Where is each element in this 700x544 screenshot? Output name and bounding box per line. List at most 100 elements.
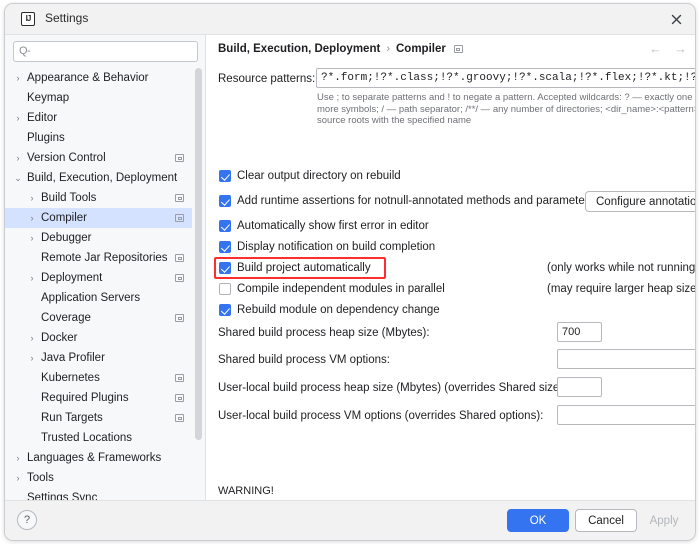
chevron-right-icon[interactable]: › [27, 213, 37, 223]
title-bar: IJ Settings [5, 4, 695, 35]
resource-patterns-label: Resource patterns: [218, 73, 316, 85]
sidebar-item-editor[interactable]: › Editor [5, 108, 192, 128]
resource-patterns-hint-line-3: source roots with the specified name [317, 115, 472, 126]
sidebar-item-deployment[interactable]: › Deployment [5, 268, 192, 288]
chevron-right-icon[interactable]: › [13, 453, 23, 463]
project-level-badge-icon [175, 414, 184, 422]
build-automatically-note: (only works while not running [547, 262, 695, 274]
forward-arrow-icon[interactable]: → [674, 41, 687, 57]
chevron-right-icon[interactable]: › [27, 273, 37, 283]
checkbox-label: Add runtime assertions for notnull-annot… [237, 195, 595, 207]
sidebar-item-label: Build Tools [41, 192, 97, 204]
breadcrumb-separator: › [386, 43, 390, 55]
userlocal-vm-options-label: User-local build process VM options (ove… [218, 410, 544, 422]
checkbox-build-project-automatically[interactable]: Build project automatically [219, 262, 371, 274]
parallel-compile-note: (may require larger heap size) [547, 283, 695, 295]
search-input[interactable]: Q- [13, 41, 198, 62]
chevron-right-icon[interactable]: › [13, 113, 23, 123]
resource-patterns-input[interactable]: ?*.form;!?*.class;!?*.groovy;!?*.scala;!… [316, 68, 695, 88]
checkbox-show-first-error[interactable]: Automatically show first error in editor [219, 220, 429, 232]
sidebar-item-kubernetes[interactable]: Kubernetes [5, 368, 192, 388]
checkbox-clear-output-directory[interactable]: Clear output directory on rebuild [219, 170, 401, 182]
sidebar-item-plugins[interactable]: Plugins [5, 128, 192, 148]
sidebar-item-application-servers[interactable]: Application Servers [5, 288, 192, 308]
shared-heap-size-input[interactable]: 700 [557, 322, 602, 342]
sidebar-item-build-tools[interactable]: › Build Tools [5, 188, 192, 208]
sidebar-item-label: Plugins [27, 132, 65, 144]
project-level-badge-icon [175, 254, 184, 262]
project-level-badge-icon [175, 154, 184, 162]
checkbox-add-runtime-assertions[interactable]: Add runtime assertions for notnull-annot… [219, 195, 594, 207]
sidebar-item-coverage[interactable]: Coverage [5, 308, 192, 328]
chevron-right-icon[interactable]: › [27, 333, 37, 343]
close-icon[interactable] [663, 7, 689, 31]
sidebar-item-debugger[interactable]: › Debugger [5, 228, 192, 248]
window-title: Settings [45, 11, 89, 25]
dialog-content: Q- › Appearance & Behavior Keymap › Editor Pl… [5, 35, 695, 509]
shared-vm-options-input[interactable] [557, 349, 695, 369]
shared-heap-size-label: Shared build process heap size (Mbytes): [218, 327, 430, 339]
checkbox-indicator [219, 241, 231, 253]
sidebar-item-java-profiler[interactable]: › Java Profiler [5, 348, 192, 368]
chevron-right-icon[interactable]: › [13, 73, 23, 83]
chevron-right-icon[interactable]: › [13, 473, 23, 483]
chevron-down-icon[interactable]: ⌄ [13, 173, 23, 183]
sidebar-item-languages-frameworks[interactable]: › Languages & Frameworks [5, 448, 192, 468]
sidebar-item-label: Required Plugins [41, 392, 129, 404]
checkbox-label: Rebuild module on dependency change [237, 304, 440, 316]
cancel-button[interactable]: Cancel [575, 509, 637, 532]
checkbox-compile-independent-modules[interactable]: Compile independent modules in parallel [219, 283, 445, 295]
chevron-right-icon[interactable]: › [27, 353, 37, 363]
shared-vm-options-label: Shared build process VM options: [218, 354, 390, 366]
checkbox-indicator [219, 195, 231, 207]
sidebar-item-label: Coverage [41, 312, 91, 324]
userlocal-heap-size-label: User-local build process heap size (Mbyt… [218, 382, 567, 394]
configure-annotations-button[interactable]: Configure annotation [585, 191, 695, 212]
dialog-footer: ? OK Cancel Apply [5, 500, 695, 540]
sidebar-item-label: Deployment [41, 272, 103, 284]
sidebar-item-label: Docker [41, 332, 78, 344]
sidebar-item-label: Application Servers [41, 292, 141, 304]
sidebar-item-label: Appearance & Behavior [27, 72, 149, 84]
sidebar-item-build-execution-deployment[interactable]: ⌄ Build, Execution, Deployment [5, 168, 192, 188]
checkbox-label: Clear output directory on rebuild [237, 170, 401, 182]
sidebar-item-remote-jar-repositories[interactable]: Remote Jar Repositories [5, 248, 192, 268]
ok-button[interactable]: OK [507, 509, 569, 532]
breadcrumb-leaf: Compiler [395, 43, 446, 55]
sidebar-item-label: Remote Jar Repositories [41, 252, 168, 264]
sidebar-item-label: Java Profiler [41, 352, 105, 364]
sidebar-item-tools[interactable]: › Tools [5, 468, 192, 488]
settings-sidebar: Q- › Appearance & Behavior Keymap › Editor Pl… [5, 35, 206, 509]
project-level-badge-icon [175, 214, 184, 222]
back-arrow-icon[interactable]: ← [649, 41, 662, 57]
sidebar-item-appearance-behavior[interactable]: › Appearance & Behavior [5, 68, 192, 88]
sidebar-item-compiler[interactable]: › Compiler [5, 208, 192, 228]
navigation-arrows: ← → [649, 41, 687, 57]
resource-patterns-hint-line-1: Use ; to separate patterns and ! to nega… [317, 92, 695, 103]
checkbox-display-notification[interactable]: Display notification on build completion [219, 241, 435, 253]
checkbox-indicator [219, 262, 231, 274]
chevron-right-icon[interactable]: › [13, 153, 23, 163]
sidebar-item-docker[interactable]: › Docker [5, 328, 192, 348]
project-level-badge-icon [453, 45, 463, 53]
sidebar-item-trusted-locations[interactable]: Trusted Locations [5, 428, 192, 448]
sidebar-item-keymap[interactable]: Keymap [5, 88, 192, 108]
userlocal-heap-size-input[interactable] [557, 377, 602, 397]
sidebar-item-label: Tools [27, 472, 54, 484]
sidebar-item-label: Kubernetes [41, 372, 100, 384]
breadcrumb-root[interactable]: Build, Execution, Deployment [218, 43, 380, 55]
checkbox-rebuild-module-on-dependency-change[interactable]: Rebuild module on dependency change [219, 304, 440, 316]
sidebar-item-label: Compiler [41, 212, 88, 224]
apply-button[interactable]: Apply [641, 509, 687, 532]
sidebar-item-run-targets[interactable]: Run Targets [5, 408, 192, 428]
userlocal-vm-options-input[interactable] [557, 405, 695, 425]
resource-patterns-hint-line-2: more symbols; / — path separator; /**/ —… [317, 103, 695, 115]
checkbox-indicator [219, 283, 231, 295]
warning-title: WARNING! [218, 485, 274, 497]
chevron-right-icon[interactable]: › [27, 233, 37, 243]
sidebar-item-required-plugins[interactable]: Required Plugins [5, 388, 192, 408]
sidebar-scrollbar-thumb[interactable] [195, 68, 202, 440]
sidebar-item-version-control[interactable]: › Version Control [5, 148, 192, 168]
chevron-right-icon[interactable]: › [27, 193, 37, 203]
help-icon[interactable]: ? [17, 510, 37, 530]
